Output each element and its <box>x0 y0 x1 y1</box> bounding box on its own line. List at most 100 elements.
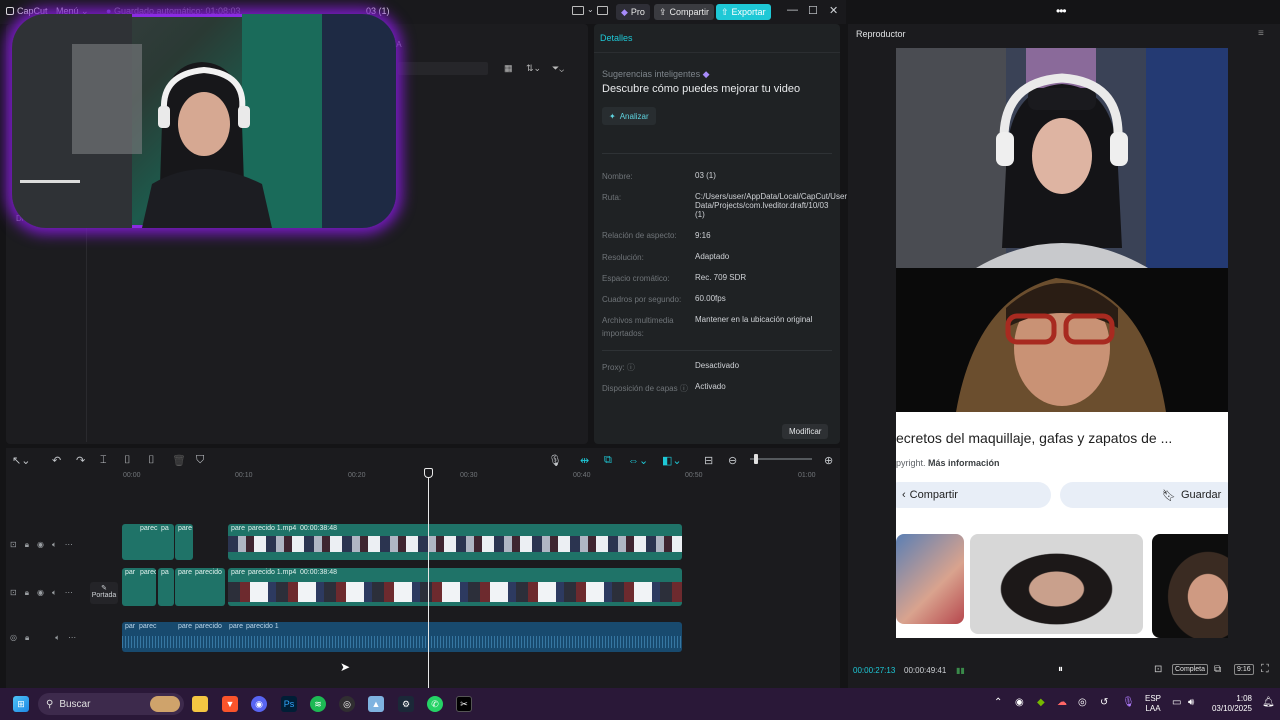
more-options-icon[interactable]: ••• <box>1056 4 1067 18</box>
split-icon[interactable]: ⌶ <box>100 454 107 467</box>
more-icon[interactable]: ⋯ <box>68 633 76 643</box>
clock[interactable]: 1:08 03/10/2025 <box>1208 694 1252 714</box>
network-icon[interactable]: ▭ <box>1172 697 1181 708</box>
cover-toggle-icon[interactable]: ⊡ <box>10 588 17 598</box>
capcut-taskbar-icon[interactable]: ✂ <box>456 696 472 712</box>
clip[interactable]: par parec <box>122 568 156 606</box>
delete-icon[interactable]: 🗑 <box>172 454 186 467</box>
close-icon[interactable]: ✕ <box>829 4 838 17</box>
fullscreen-icon[interactable]: ⛶ <box>1261 663 1269 676</box>
share-button[interactable]: ⇪ Compartir <box>654 4 715 20</box>
filter-icon[interactable]: ⏷⌄ <box>552 63 564 74</box>
zoom-slider-handle[interactable] <box>754 454 758 464</box>
search-bar[interactable] <box>398 62 488 75</box>
link-main-track-icon[interactable]: ⇹ <box>580 454 589 467</box>
tray-discord-icon[interactable]: ◉ <box>1015 697 1024 708</box>
clip[interactable]: pa <box>158 568 174 606</box>
quality-button[interactable]: Completa <box>1172 664 1208 675</box>
redo-icon[interactable]: ↷ <box>76 454 85 467</box>
volume-icon[interactable]: 🔈︎ <box>52 588 57 598</box>
analyze-button[interactable]: ✦ Analizar <box>602 107 656 125</box>
more-icon[interactable]: ⋯ <box>65 588 73 598</box>
zoom-in-icon[interactable]: ⊕ <box>824 454 833 467</box>
related-image[interactable] <box>896 534 964 624</box>
trim-left-icon[interactable]: ⌷ <box>124 454 131 467</box>
main-clip[interactable]: pare parecido 1.mp4 00:00:38:48 <box>228 524 682 560</box>
clip[interactable]: pa <box>158 524 174 560</box>
pause-icon[interactable]: ⏸ <box>1058 664 1063 675</box>
caption-icon[interactable]: ⊟ <box>704 454 713 467</box>
input-language[interactable]: ESP LAA <box>1145 694 1161 714</box>
tray-cloud-icon[interactable]: ☁ <box>1057 697 1067 708</box>
playhead[interactable] <box>428 470 429 688</box>
audio-clip[interactable]: par parec pare parecido pare parecido 1 <box>122 622 682 652</box>
chevron-down-icon[interactable]: ⌄ <box>587 5 594 14</box>
photos-icon[interactable]: ▲ <box>368 696 384 712</box>
audio-wave-icon[interactable]: ◎ <box>10 633 17 643</box>
photoshop-icon[interactable]: Ps <box>281 696 297 712</box>
search-highlight-image[interactable] <box>150 696 180 712</box>
clip-label: parecido <box>195 623 222 630</box>
eye-icon[interactable]: ◉ <box>37 540 44 550</box>
clip[interactable]: pare <box>175 524 193 560</box>
screenshot-icon[interactable]: ⧉ <box>1214 664 1221 675</box>
tray-obs-icon[interactable]: ◎ <box>1078 697 1087 708</box>
zoom-out-icon[interactable]: ⊖ <box>728 454 737 467</box>
shield-icon[interactable]: ⛉ <box>196 454 204 467</box>
whatsapp-icon[interactable]: ✆ <box>427 696 443 712</box>
file-explorer-icon[interactable] <box>192 696 208 712</box>
notification-icon[interactable]: 🔔︎ <box>1262 697 1275 708</box>
playhead-handle[interactable] <box>424 468 433 478</box>
lock-icon[interactable]: 🔒︎ <box>25 633 29 643</box>
details-tab[interactable]: Detalles <box>600 33 633 43</box>
tray-mic-icon[interactable]: 🎙︎ <box>1122 697 1135 708</box>
lock-icon[interactable]: 🔒︎ <box>25 540 29 550</box>
obs-icon[interactable]: ◎ <box>339 696 355 712</box>
related-image[interactable] <box>1152 534 1228 638</box>
discord-icon[interactable]: ◉ <box>251 696 267 712</box>
tray-arrow-icon[interactable]: ↺ <box>1100 697 1108 708</box>
cover-toggle-icon[interactable]: ⊡ <box>10 540 17 550</box>
volume-icon[interactable]: 🔈︎ <box>55 633 60 643</box>
spotify-icon[interactable]: ≋ <box>310 696 326 712</box>
select-tool-icon[interactable]: ↖⌄ <box>12 454 30 467</box>
main-clip[interactable]: pare parecido 1.mp4 00:00:38:48 <box>228 568 682 606</box>
link-clips-icon[interactable]: ⇔⌄ <box>628 454 648 467</box>
tray-chevron-icon[interactable]: ⌃ <box>994 697 1002 708</box>
zoom-slider[interactable] <box>750 458 812 460</box>
eye-icon[interactable]: ◉ <box>37 588 44 598</box>
player-menu-icon[interactable]: ≡ <box>1258 28 1264 39</box>
export-button[interactable]: ⇧ Exportar <box>716 4 771 20</box>
ratio-button[interactable]: 9:16 <box>1234 664 1254 675</box>
detail-value-proxy: Desactivado <box>695 361 740 370</box>
result-title[interactable]: ecretos del maquillaje, gafas y zapatos … <box>896 430 1172 446</box>
more-icon[interactable]: ⋯ <box>65 540 73 550</box>
tray-nvidia-icon[interactable]: ◆ <box>1037 697 1045 708</box>
volume-tray-icon[interactable]: 🔊︎ <box>1188 697 1194 708</box>
grid-view-icon[interactable]: ▦ <box>504 63 513 74</box>
steam-icon[interactable]: ⚙ <box>398 696 414 712</box>
sort-icon[interactable]: ⇅⌄ <box>526 63 541 74</box>
modify-button[interactable]: Modificar <box>782 424 829 439</box>
crop-icon[interactable]: ⊡ <box>1154 664 1162 675</box>
maximize-icon[interactable]: ☐ <box>808 4 818 17</box>
pro-button[interactable]: ◆ Pro <box>616 4 650 20</box>
share-result-button[interactable]: ‹ Compartir <box>896 482 1051 508</box>
preview-axis-icon[interactable]: ◧⌄ <box>662 454 682 467</box>
minimize-icon[interactable]: — <box>787 4 798 16</box>
undo-icon[interactable]: ↶ <box>52 454 61 467</box>
clip[interactable]: pare parecido <box>175 568 225 606</box>
trim-right-icon[interactable]: ⌷ <box>148 454 155 467</box>
save-result-button[interactable]: 🔖︎ Guardar <box>1060 482 1228 508</box>
cover-button[interactable]: ✎ Portada <box>90 582 118 604</box>
windows-start-icon[interactable]: ⊞ <box>13 696 29 712</box>
layout-icon[interactable] <box>572 6 584 15</box>
keyboard-icon[interactable] <box>597 6 608 15</box>
volume-icon[interactable]: 🔈︎ <box>52 540 57 550</box>
microphone-icon[interactable]: 🎙 <box>548 454 562 467</box>
brave-browser-icon[interactable]: ▼ <box>222 696 238 712</box>
magnet-icon[interactable]: ⧉ <box>604 454 612 467</box>
lock-icon[interactable]: 🔒︎ <box>25 588 29 598</box>
more-info-link[interactable]: Más información <box>928 458 1000 468</box>
related-image[interactable] <box>970 534 1143 634</box>
